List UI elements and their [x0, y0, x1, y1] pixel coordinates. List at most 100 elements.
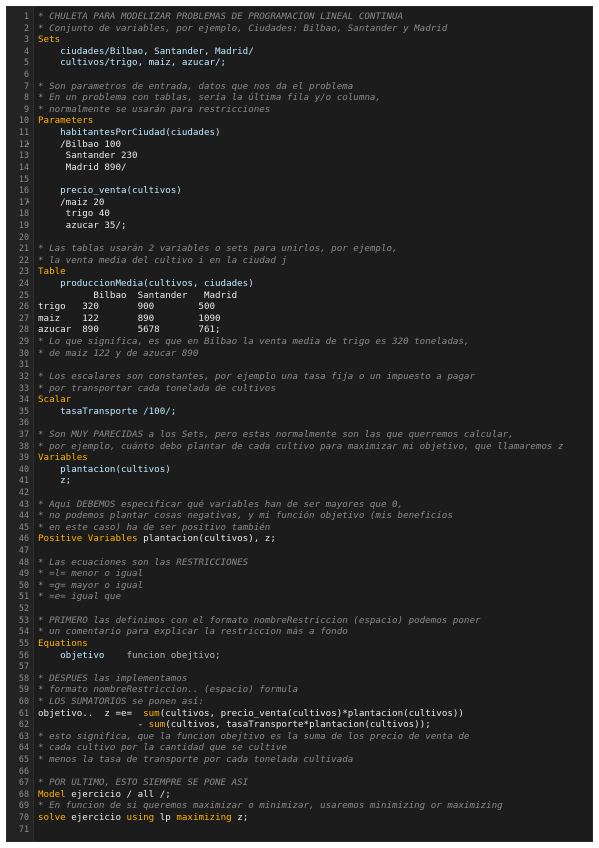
code-line[interactable]: 69 * En funcion de si queremos maximizar …: [7, 800, 592, 812]
code-line[interactable]: 54 * un comentario para explicar la restr…: [7, 626, 592, 638]
code-line[interactable]: 18 trigo 40: [7, 208, 592, 220]
code-line[interactable]: 15: [7, 174, 592, 186]
line-number: 23: [18, 266, 29, 277]
code-line[interactable]: 19 azucar 35/;: [7, 220, 592, 232]
code-line[interactable]: 11 habitantesPorCiudad(ciudades): [7, 127, 592, 139]
code-line[interactable]: 32 * Los escalares son constantes, por ej…: [7, 371, 592, 383]
code-token: (cultivos, precio_venta(cultivos)*planta…: [159, 707, 464, 719]
code-text: z;: [38, 475, 71, 487]
code-line[interactable]: 38 * por ejemplo, cuánto debo plantar de …: [7, 441, 592, 453]
code-line[interactable]: 57: [7, 661, 592, 673]
code-line[interactable]: 55 Equations: [7, 638, 592, 650]
line-number: 33: [18, 382, 29, 393]
code-line[interactable]: 22 * la venta media del cultivo i en la c…: [7, 255, 592, 267]
code-line[interactable]: 3 Sets: [7, 34, 592, 46]
code-line[interactable]: 33 * por transportar cada tonelada de cul…: [7, 383, 592, 395]
code-line[interactable]: 35 tasaTransporte /100/;: [7, 406, 592, 418]
code-line[interactable]: 40 plantacion(cultivos): [7, 464, 592, 476]
code-line[interactable]: 28 azucar 890 5678 761;: [7, 324, 592, 336]
code-line[interactable]: 20: [7, 232, 592, 244]
code-line[interactable]: 71: [7, 824, 592, 836]
code-line[interactable]: 67 * POR ULTIMO, ESTO SIEMPRE SE PONE ASI: [7, 777, 592, 789]
fold-toggle-icon[interactable]: ▾: [26, 139, 30, 151]
code-token: objetivo: [38, 649, 105, 661]
line-number: 49: [18, 568, 29, 579]
code-line[interactable]: 5 cultivos/trigo, maiz, azucar/;: [7, 57, 592, 69]
code-line[interactable]: 29 * Lo que significa, es que en Bilbao l…: [7, 336, 592, 348]
code-line[interactable]: 53 * PRIMERO las definimos con el formato…: [7, 615, 592, 627]
code-line[interactable]: 26 trigo 320 900 500: [7, 301, 592, 313]
code-line[interactable]: 16 precio_venta(cultivos): [7, 185, 592, 197]
code-line[interactable]: 24 produccionMedia(cultivos, ciudades): [7, 278, 592, 290]
code-line[interactable]: 8 * En un problema con tablas, sería la ú…: [7, 92, 592, 104]
line-number: 37: [18, 428, 29, 439]
code-line[interactable]: 34 Scalar: [7, 394, 592, 406]
code-line[interactable]: 10 Parameters: [7, 115, 592, 127]
code-token: * Las ecuaciones son las RESTRICCIONES: [38, 556, 249, 568]
code-line[interactable]: 46 Positive Variables plantacion(cultivos…: [7, 533, 592, 545]
code-line[interactable]: 6: [7, 69, 592, 81]
code-line[interactable]: 48 * Las ecuaciones son las RESTRICCIONES: [7, 557, 592, 569]
code-line[interactable]: 14 Madrid 890/: [7, 162, 592, 174]
code-line[interactable]: 43 * Aqui DEBEMOS especificar qué variabl…: [7, 499, 592, 511]
code-line[interactable]: 49 * =l= menor o igual: [7, 568, 592, 580]
code-editor[interactable]: 1 * CHULETA PARA MODELIZAR PROBLEMAS DE P…: [6, 6, 593, 842]
code-line[interactable]: 4 ciudades/Bilbao, Santander, Madrid/: [7, 46, 592, 58]
code-line[interactable]: 13 Santander 230: [7, 150, 592, 162]
code-line[interactable]: 58 * DESPUES las implementamos: [7, 673, 592, 685]
code-line[interactable]: 64 * cada cultivo por la cantidad que se …: [7, 742, 592, 754]
code-lines[interactable]: 1 * CHULETA PARA MODELIZAR PROBLEMAS DE P…: [7, 11, 592, 835]
fold-toggle-icon[interactable]: ▾: [26, 197, 30, 209]
code-text: * por ejemplo, cuánto debo plantar de ca…: [38, 441, 563, 453]
line-number: 55: [18, 637, 29, 648]
code-line[interactable]: 37 * Son MUY PARECIDAS a los Sets, pero e…: [7, 429, 592, 441]
code-line[interactable]: 1 * CHULETA PARA MODELIZAR PROBLEMAS DE P…: [7, 11, 592, 23]
code-token: Madrid 890/: [38, 161, 127, 173]
code-line[interactable]: 31: [7, 359, 592, 371]
code-line[interactable]: 41 z;: [7, 475, 592, 487]
code-line[interactable]: 68 Model ejercicio / all /;: [7, 789, 592, 801]
code-line[interactable]: 52: [7, 603, 592, 615]
code-line[interactable]: 2 * Conjunto de variables, por ejemplo, C…: [7, 23, 592, 35]
code-line[interactable]: 39 Variables: [7, 452, 592, 464]
code-line[interactable]: 51 * =e= igual que: [7, 591, 592, 603]
code-line[interactable]: 9 * normalmente se usarán para restriccio…: [7, 104, 592, 116]
code-line[interactable]: 27 maiz 122 890 1090: [7, 313, 592, 325]
code-line[interactable]: 21 * Las tablas usarán 2 variables o sets…: [7, 243, 592, 255]
code-line[interactable]: 44 * no podemos plantar cosas negativas, …: [7, 510, 592, 522]
code-token: * un comentario para explicar la restric…: [38, 626, 348, 638]
code-line[interactable]: 62 - sum(cultivos, tasaTransporte*planta…: [7, 719, 592, 731]
code-text: azucar 35/;: [38, 220, 127, 232]
code-line[interactable]: 12 ▾ /Bilbao 100: [7, 139, 592, 151]
code-token: azucar 35/;: [38, 219, 127, 231]
code-line[interactable]: 59 * formato nombreRestriccion.. (espacio…: [7, 684, 592, 696]
code-line[interactable]: 45 * en este caso) ha de ser positivo tam…: [7, 522, 592, 534]
code-text: * de maiz 122 y de azucar 890: [38, 348, 198, 360]
code-line[interactable]: 17 ▾ /maiz 20: [7, 197, 592, 209]
code-text: Variables: [38, 452, 88, 464]
code-line[interactable]: 66: [7, 766, 592, 778]
code-line[interactable]: 23 Table: [7, 266, 592, 278]
code-line[interactable]: 25 Bilbao Santander Madrid: [7, 290, 592, 302]
code-token: * menos la tasa de transporte por cada t…: [38, 754, 354, 765]
line-number: 36: [18, 417, 29, 428]
code-line[interactable]: 63 * esto significa, que la funcion obejt…: [7, 731, 592, 743]
code-line[interactable]: 30 * de maiz 122 y de azucar 890: [7, 348, 592, 360]
line-number: 21: [18, 243, 29, 254]
code-line[interactable]: 47: [7, 545, 592, 557]
line-number: 67: [18, 777, 29, 788]
code-line[interactable]: 42: [7, 487, 592, 499]
code-token: -: [38, 719, 149, 731]
code-line[interactable]: 65 * menos la tasa de transporte por cada…: [7, 754, 592, 766]
code-token: * LOS SUMATORIOS se ponen así:: [38, 695, 204, 707]
code-line[interactable]: 70 solve ejercicio using lp maximizing z;: [7, 812, 592, 824]
code-line[interactable]: 7 * Son parametros de entrada, datos que …: [7, 81, 592, 93]
code-line[interactable]: 50 * =g= mayor o igual: [7, 580, 592, 592]
code-text: * POR ULTIMO, ESTO SIEMPRE SE PONE ASI: [38, 777, 248, 789]
code-line[interactable]: 60 * LOS SUMATORIOS se ponen así:: [7, 696, 592, 708]
code-line[interactable]: 36: [7, 417, 592, 429]
code-text: Scalar: [38, 394, 71, 406]
code-line[interactable]: 61 objetivo.. z =e= sum(cultivos, precio_…: [7, 708, 592, 720]
line-number: 26: [18, 301, 29, 312]
code-line[interactable]: 56 objetivo funcion obejtivo;: [7, 650, 592, 662]
